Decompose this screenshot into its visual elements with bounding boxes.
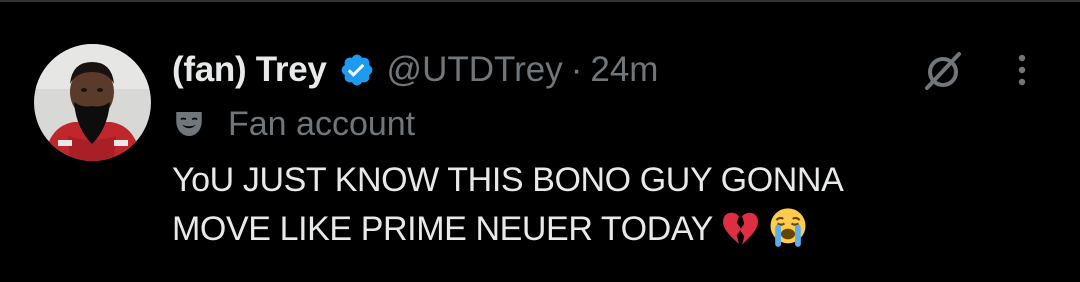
more-vertical-icon[interactable]: [1010, 50, 1034, 90]
timestamp[interactable]: 24m: [590, 50, 658, 90]
broken-heart-emoji-icon: [721, 210, 759, 262]
tweet-text-line-1: YoU JUST KNOW THIS BONO GUY GONNA: [172, 161, 844, 199]
tweet-text-line-2: MOVE LIKE PRIME NEUER TODAY: [172, 205, 1032, 262]
fan-account-label: Fan account: [172, 102, 415, 146]
avatar[interactable]: [34, 44, 151, 161]
tweet-text-line-2-text: MOVE LIKE PRIME NEUER TODAY: [172, 210, 713, 248]
loudly-crying-face-emoji-icon: [767, 206, 809, 262]
fan-account-text: Fan account: [228, 104, 416, 143]
user-handle[interactable]: @UTDTrey: [387, 50, 563, 90]
display-name[interactable]: (fan) Trey: [172, 50, 327, 90]
tweet-card[interactable]: (fan) Trey @UTDTrey · 24m Fan account Yo…: [0, 2, 1080, 282]
tweet-header: (fan) Trey @UTDTrey · 24m: [172, 46, 658, 94]
tweet-body: YoU JUST KNOW THIS BONO GUY GONNA MOVE L…: [172, 156, 1032, 262]
verified-badge-icon[interactable]: [339, 52, 375, 88]
grok-icon[interactable]: [920, 48, 966, 94]
theater-mask-icon: [172, 107, 206, 141]
separator-dot: ·: [570, 50, 583, 89]
